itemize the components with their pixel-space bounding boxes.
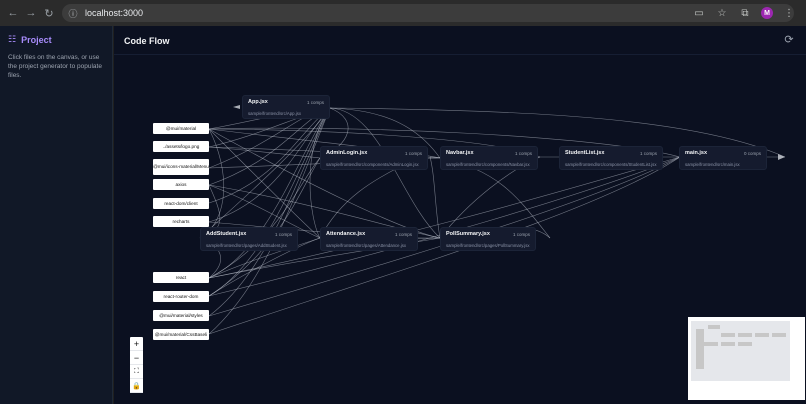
minimap-node [738,342,752,346]
dep-node[interactable]: axios [153,179,209,190]
sidebar-help-text: Click files on the canvas, or use the pr… [8,54,102,79]
edge-layer [199,105,786,335]
minimap[interactable] [688,317,805,400]
node-app[interactable]: App.jsx 1 comps sample/frontend/src/App.… [242,95,330,119]
minimap-node [755,333,769,337]
edge [208,107,331,223]
dep-node[interactable]: react-router-dom [153,291,209,302]
site-info-icon[interactable]: ⓘ [66,6,80,20]
minimap-viewport[interactable] [691,321,790,381]
project-sidebar: ☷ Project Click files on the canvas, or … [0,26,113,404]
extensions-icon[interactable]: ⧉ [738,6,752,20]
browser-actions: ▭ ☆ ⧉ M ⋮ [692,4,806,22]
dep-node[interactable]: recharts [153,216,209,227]
node-addstudent[interactable]: AddStudent.jsx 1 comps sample/frontend/s… [200,227,298,251]
bookmark-star-icon[interactable]: ☆ [715,6,729,20]
minimap-node [708,325,720,329]
edge [208,156,681,279]
dep-node[interactable]: @mui/material/CssBaseli [153,329,209,340]
edge [439,157,551,239]
dep-node[interactable]: react [153,272,209,283]
zoom-out-button[interactable]: − [130,351,143,365]
edge [208,107,331,204]
canvas-controls: + − ⛶ 🔒 [130,337,143,393]
edge [208,157,321,279]
node-navbar[interactable]: Navbar.jsx 1 comps sample/frontend/src/c… [440,146,538,170]
minimap-node [696,329,704,369]
edge [199,107,331,239]
edge [208,128,321,239]
flow-canvas[interactable]: App.jsx 1 comps sample/frontend/src/App.… [114,55,806,404]
dep-node[interactable]: @mui/material/styles [153,310,209,321]
edge [208,107,331,297]
edge [329,107,441,239]
edge [429,156,441,239]
sidebar-title[interactable]: ☷ Project [8,34,104,45]
minimap-node [721,342,735,346]
minimap-node [772,333,786,337]
edge [208,107,331,317]
cast-icon[interactable]: ▭ [692,6,706,20]
refresh-icon[interactable]: ⟳ [782,32,796,46]
main-panel: Code Flow ⟳ App.jsx 1 comps sample/front… [114,26,806,404]
back-icon[interactable]: ← [6,6,20,20]
file-tree-icon: ☷ [8,34,17,44]
fit-view-button[interactable]: ⛶ [130,365,143,379]
edge [208,107,331,186]
forward-icon[interactable]: → [24,6,38,20]
lock-button[interactable]: 🔒 [130,379,143,393]
profile-avatar[interactable]: M [761,7,773,19]
address-bar[interactable]: ⓘ localhost:3000 [62,4,794,22]
page-title: Code Flow [124,36,170,46]
minimap-node [721,333,735,337]
sidebar-title-label: Project [21,34,52,45]
url-text: localhost:3000 [85,8,144,18]
edge [208,146,321,159]
edge [208,107,331,335]
dep-node[interactable]: @mui/icons-material/Menu [153,159,209,175]
zoom-in-button[interactable]: + [130,337,143,351]
dep-node[interactable]: react-dom/client [153,198,209,209]
reload-icon[interactable]: ↻ [42,6,56,20]
dep-node[interactable]: @mui/material [153,123,209,134]
edge [309,107,331,239]
node-pollsummary[interactable]: PollSummary.jsx 1 comps sample/frontend/… [440,227,536,251]
edge-arrow [233,105,240,109]
node-main[interactable]: main.jsx 0 comps sample/frontend/src/mai… [679,146,767,170]
browser-toolbar: ← → ↻ ⓘ localhost:3000 ▭ ☆ ⧉ M ⋮ [0,0,806,26]
minimap-node [704,342,718,346]
menu-kebab-icon[interactable]: ⋮ [782,6,796,20]
node-attendance[interactable]: Attendance.jsx 1 comps sample/frontend/s… [320,227,418,251]
edge-arrow [778,154,785,160]
dep-node[interactable]: ../assets/logo.png [153,141,209,152]
minimap-node [738,333,752,337]
edge [208,107,331,279]
node-studentlist[interactable]: StudentList.jsx 1 comps sample/frontend/… [559,146,663,170]
node-adminlogin[interactable]: AdminLogin.jsx 1 comps sample/frontend/s… [320,146,428,170]
